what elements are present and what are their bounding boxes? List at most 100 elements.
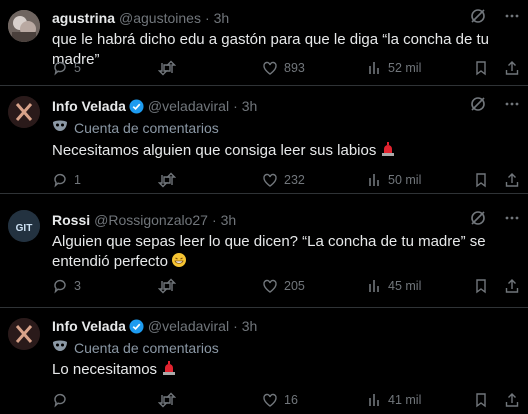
bookmark-button[interactable] — [474, 276, 488, 296]
tweet-text-content: Alguien que sepas leer lo que dicen? “La… — [52, 233, 486, 270]
author-name[interactable]: Rossi — [52, 212, 90, 228]
tweet-1[interactable]: agustrina @agustoines · 3h que le habrá … — [0, 0, 528, 86]
more-icon[interactable] — [504, 210, 520, 226]
reply-count: 5 — [74, 61, 81, 75]
views-button[interactable]: 45 mil — [368, 276, 421, 296]
like-count: 893 — [284, 61, 305, 75]
retweet-button[interactable] — [158, 390, 182, 410]
siren-emoji — [161, 360, 177, 382]
share-button[interactable] — [504, 170, 520, 190]
tweet-text-content: Lo necesitamos — [52, 361, 158, 378]
tweet-header: Info Velada @veladaviral · 3h — [52, 316, 520, 336]
reply-icon — [52, 172, 68, 188]
grin-emoji — [171, 252, 187, 274]
author-handle[interactable]: @veladaviral — [148, 318, 229, 334]
bookmark-button[interactable] — [474, 58, 488, 78]
separator-dot: · — [204, 10, 210, 26]
timestamp[interactable]: 3h — [214, 10, 230, 26]
views-icon — [368, 392, 382, 408]
views-icon — [368, 278, 382, 294]
retweet-icon — [158, 392, 176, 408]
views-count: 50 mil — [388, 173, 422, 187]
tweet-3[interactable]: GIT Rossi @Rossigonzalo27 · 3h Alguien q… — [0, 200, 528, 308]
reply-count: 1 — [74, 173, 81, 187]
share-icon — [504, 392, 520, 408]
bookmark-icon — [474, 60, 488, 76]
reply-icon — [52, 60, 68, 76]
grok-icon[interactable] — [470, 8, 486, 24]
like-count: 205 — [284, 279, 305, 293]
timestamp[interactable]: 3h — [242, 318, 258, 334]
like-button[interactable]: 16 — [262, 390, 298, 410]
avatar[interactable]: GIT — [8, 210, 40, 242]
share-icon — [504, 172, 520, 188]
tweet-header: Rossi @Rossigonzalo27 · 3h — [52, 210, 520, 230]
tweet-header: agustrina @agustoines · 3h — [52, 8, 520, 28]
grok-icon[interactable] — [470, 210, 486, 226]
reply-icon — [52, 278, 68, 294]
bookmark-icon — [474, 172, 488, 188]
action-bar: 5 893 52 mil — [52, 58, 522, 78]
separator-dot: · — [233, 318, 238, 334]
reply-button[interactable]: 5 — [52, 58, 81, 78]
author-name[interactable]: Info Velada — [52, 318, 126, 334]
views-count: 45 mil — [388, 279, 422, 293]
mask-icon — [52, 339, 68, 356]
share-button[interactable] — [504, 58, 520, 78]
tweet-2[interactable]: Info Velada @veladaviral · 3h Cuenta de … — [0, 86, 528, 194]
timestamp[interactable]: 3h — [242, 98, 258, 114]
views-button[interactable]: 50 mil — [368, 170, 421, 190]
tweet-4[interactable]: Info Velada @veladaviral · 3h Cuenta de … — [0, 308, 528, 414]
tweet-header: Info Velada @veladaviral · 3h — [52, 96, 520, 116]
share-button[interactable] — [504, 276, 520, 296]
author-handle[interactable]: @Rossigonzalo27 — [94, 212, 208, 228]
like-icon — [262, 392, 278, 408]
account-label: Cuenta de comentarios — [52, 119, 219, 136]
grok-icon[interactable] — [470, 96, 486, 112]
author-handle[interactable]: @veladaviral — [148, 98, 229, 114]
reply-button[interactable] — [52, 390, 74, 410]
account-label-text: Cuenta de comentarios — [74, 119, 219, 136]
like-button[interactable]: 893 — [262, 58, 305, 78]
author-name[interactable]: agustrina — [52, 10, 115, 26]
author-name[interactable]: Info Velada — [52, 98, 126, 114]
separator-dot: · — [233, 98, 238, 114]
share-icon — [504, 60, 520, 76]
retweet-icon — [158, 278, 176, 294]
bookmark-button[interactable] — [474, 170, 488, 190]
timestamp[interactable]: 3h — [221, 212, 237, 228]
views-icon — [368, 60, 382, 76]
like-icon — [262, 172, 278, 188]
retweet-button[interactable] — [158, 58, 182, 78]
like-count: 232 — [284, 173, 305, 187]
more-icon[interactable] — [504, 8, 520, 24]
action-bar: 3 205 45 mil — [52, 276, 522, 296]
reply-button[interactable]: 3 — [52, 276, 81, 296]
views-button[interactable]: 52 mil — [368, 58, 421, 78]
svg-text:GIT: GIT — [16, 223, 33, 234]
tweet-text-content: Necesitamos alguien que consiga leer sus… — [52, 142, 377, 159]
views-icon — [368, 172, 382, 188]
bookmark-button[interactable] — [474, 390, 488, 410]
share-button[interactable] — [504, 390, 520, 410]
retweet-button[interactable] — [158, 170, 182, 190]
mask-icon — [52, 119, 68, 136]
author-handle[interactable]: @agustoines — [119, 10, 201, 26]
views-count: 52 mil — [388, 61, 422, 75]
like-button[interactable]: 205 — [262, 276, 305, 296]
avatar[interactable] — [8, 10, 40, 42]
reply-button[interactable]: 1 — [52, 170, 81, 190]
views-button[interactable]: 41 mil — [368, 390, 421, 410]
reply-count: 3 — [74, 279, 81, 293]
verified-badge-icon — [129, 98, 144, 114]
tweet-text: Lo necesitamos — [52, 360, 516, 382]
retweet-button[interactable] — [158, 276, 182, 296]
more-icon[interactable] — [504, 96, 520, 112]
avatar[interactable] — [8, 318, 40, 350]
tweet-text: Necesitamos alguien que consiga leer sus… — [52, 141, 516, 163]
bookmark-icon — [474, 278, 488, 294]
avatar[interactable] — [8, 96, 40, 128]
tweet-text: Alguien que sepas leer lo que dicen? “La… — [52, 232, 516, 274]
retweet-icon — [158, 60, 176, 76]
like-button[interactable]: 232 — [262, 170, 305, 190]
